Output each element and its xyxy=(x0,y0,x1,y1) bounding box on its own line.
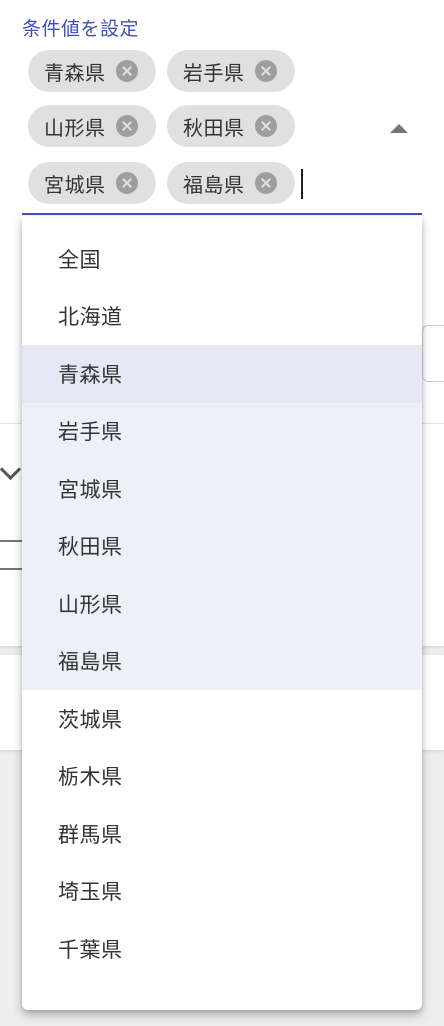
cancel-circle-icon[interactable] xyxy=(115,60,138,82)
field-underline xyxy=(22,213,422,215)
chip-label: 福島県 xyxy=(183,172,245,197)
field-label: 条件値を設定 xyxy=(22,18,140,40)
option-yamagata[interactable]: 山形県 xyxy=(22,575,422,633)
cancel-circle-icon[interactable] xyxy=(254,115,277,137)
option-saitama[interactable]: 埼玉県 xyxy=(22,863,422,921)
chip-label: 秋田県 xyxy=(183,115,245,140)
cancel-circle-icon[interactable] xyxy=(115,115,138,137)
option-akita[interactable]: 秋田県 xyxy=(22,517,422,575)
chip-miyagi: 宮城県 xyxy=(28,162,156,204)
chip-label: 宮城県 xyxy=(44,172,106,197)
background-input-box xyxy=(422,325,444,382)
option-miyagi[interactable]: 宮城県 xyxy=(22,460,422,518)
options-dropdown: 全国 北海道 青森県 岩手県 宮城県 秋田県 山形県 福島県 茨城県 栃木県 群… xyxy=(22,216,422,1010)
option-hokkaido[interactable]: 北海道 xyxy=(22,288,422,346)
option-zenkoku[interactable]: 全国 xyxy=(22,230,422,288)
option-chiba[interactable]: 千葉県 xyxy=(22,920,422,978)
cancel-circle-icon[interactable] xyxy=(115,172,138,194)
background-divider xyxy=(0,540,24,542)
cancel-circle-icon[interactable] xyxy=(254,60,277,82)
option-fukushima[interactable]: 福島県 xyxy=(22,632,422,690)
chip-yamagata: 山形県 xyxy=(28,105,156,147)
arrow-up-icon[interactable] xyxy=(390,124,408,133)
cancel-circle-icon[interactable] xyxy=(254,172,277,194)
chip-fukushima: 福島県 xyxy=(167,162,295,204)
chip-aomori: 青森県 xyxy=(28,50,156,92)
chip-iwate: 岩手県 xyxy=(167,50,295,92)
chip-label: 青森県 xyxy=(44,60,106,85)
option-aomori[interactable]: 青森県 xyxy=(22,345,422,403)
chip-akita: 秋田県 xyxy=(167,105,295,147)
option-ibaraki[interactable]: 茨城県 xyxy=(22,690,422,748)
option-tochigi[interactable]: 栃木県 xyxy=(22,748,422,806)
chip-label: 岩手県 xyxy=(183,60,245,85)
chip-label: 山形県 xyxy=(44,115,106,140)
option-iwate[interactable]: 岩手県 xyxy=(22,402,422,460)
option-gunma[interactable]: 群馬県 xyxy=(22,805,422,863)
background-divider xyxy=(0,568,24,570)
text-cursor[interactable] xyxy=(301,169,303,199)
